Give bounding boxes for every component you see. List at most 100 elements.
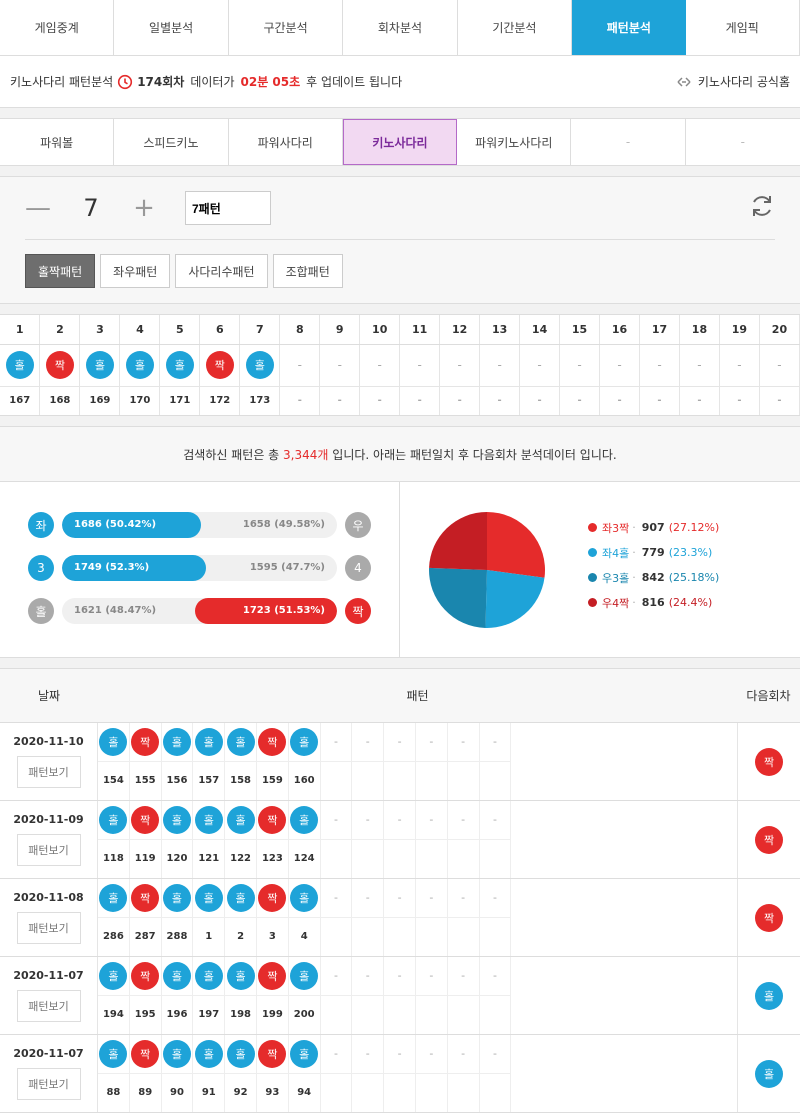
tab-period-analysis[interactable]: 기간분석 (458, 0, 573, 55)
refresh-icon[interactable] (749, 193, 775, 219)
ratio-track: 1749 (52.3%) 1595 (47.7%) (62, 555, 337, 581)
history-round-number: 92 (225, 1073, 257, 1112)
view-pattern-button[interactable]: 패턴보기 (16, 1068, 81, 1100)
history-round-number: 197 (193, 995, 226, 1034)
legend-item: 좌4홀 · 779 (23.3%) (588, 545, 719, 561)
empty-cell (480, 917, 512, 956)
history-date-cell: 2020-11-09 패턴보기 (0, 801, 98, 878)
odd-ball: 홀 (85, 351, 114, 379)
history-round-number: 287 (130, 917, 162, 956)
history-row: 2020-11-09 패턴보기 홀 짝 홀 홀 홀 짝 홀 - - - - - -118 119 120 121 1… (0, 801, 800, 879)
grid-col-header: 5 (159, 315, 201, 345)
increase-button[interactable]: + (131, 193, 157, 223)
view-pattern-button[interactable]: 패턴보기 (16, 756, 81, 788)
empty-cell: - (479, 957, 512, 996)
grid-col-header: 7 (239, 315, 281, 345)
sub-tab-powerball[interactable]: 파워볼 (0, 119, 115, 165)
decrease-button[interactable]: — (25, 193, 51, 223)
empty-cell: - (415, 1035, 448, 1074)
grid-col-header: 3 (79, 315, 121, 345)
history-pattern: 홀 짝 홀 홀 홀 짝 홀 - - - - - -286 287 288 1 2 3 4 (98, 879, 737, 956)
history-round-number: 90 (162, 1073, 194, 1112)
empty-cell (321, 917, 353, 956)
empty-cell (352, 761, 385, 800)
next-odd-ball: 홀 (755, 1059, 783, 1088)
empty-cell (480, 761, 512, 800)
view-pattern-button[interactable]: 패턴보기 (16, 834, 81, 866)
history-ball-cell: 홀 (225, 1035, 257, 1074)
ladder-count-pattern-button[interactable]: 사다리수패턴 (175, 254, 268, 288)
sub-tab-keno-ladder[interactable]: 키노사다리 (342, 119, 458, 165)
even-ball: 짝 (258, 805, 287, 834)
official-home-link[interactable]: 키노사다리 공식홈 (676, 73, 790, 90)
history-date-cell: 2020-11-07 패턴보기 (0, 1035, 98, 1112)
ratio-track: 1621 (48.47%) 1723 (51.53%) (62, 598, 337, 624)
empty-cell (384, 839, 416, 878)
tab-round-analysis[interactable]: 회차분석 (343, 0, 458, 55)
grid-round-number: - (719, 386, 760, 415)
empty-cell: - (384, 723, 416, 762)
sub-tab-power-ladder[interactable]: 파워사다리 (229, 119, 343, 165)
odd-ball: 홀 (162, 727, 191, 756)
odd-ball: 홀 (290, 1039, 319, 1068)
history-next-cell: 홀 (737, 957, 800, 1034)
next-even-ball: 짝 (755, 903, 783, 932)
grid-col-header: 2 (39, 315, 81, 345)
odd-ball: 홀 (194, 1039, 223, 1068)
empty-cell: - (447, 957, 480, 996)
tab-daily-analysis[interactable]: 일별분석 (114, 0, 229, 55)
left-right-pattern-button[interactable]: 좌우패턴 (100, 254, 171, 288)
empty-cell: - (352, 801, 385, 840)
view-pattern-button[interactable]: 패턴보기 (16, 912, 81, 944)
grid-col-header: 8 (279, 315, 321, 345)
empty-cell: - (479, 723, 512, 762)
history-next-cell: 홀 (737, 1035, 800, 1112)
empty-cell: - (415, 957, 448, 996)
history-ball-cell: 홀 (98, 879, 130, 918)
legend-item: 우4짝 · 816 (24.4%) (588, 595, 719, 611)
legend-dot (588, 573, 597, 582)
view-pattern-button[interactable]: 패턴보기 (16, 990, 81, 1022)
empty-cell: - (320, 957, 353, 996)
grid-cell: - (759, 344, 800, 387)
grid-round-number: - (359, 386, 401, 415)
history-ball-cell: 홀 (193, 1035, 226, 1074)
empty-cell (384, 995, 416, 1034)
tab-range-analysis[interactable]: 구간분석 (229, 0, 344, 55)
odd-ball: 홀 (226, 1039, 255, 1068)
even-ball: 짝 (131, 727, 160, 756)
odd-even-pattern-button[interactable]: 홀짝패턴 (25, 254, 96, 288)
tab-game-broadcast[interactable]: 게임중계 (0, 0, 115, 55)
combo-pie-chart (429, 511, 545, 628)
empty-cell: - (320, 879, 353, 918)
history-round-number: 158 (225, 761, 257, 800)
ratio-left-text: 1749 (52.3%) (74, 562, 150, 573)
pattern-count-input[interactable] (185, 191, 271, 225)
grid-cell: 홀 (239, 344, 281, 387)
grid-cell: - (359, 344, 401, 387)
odd-ball: 홀 (99, 805, 128, 834)
empty-cell (321, 761, 353, 800)
sub-tab-speed-keno[interactable]: 스피드키노 (114, 119, 229, 165)
grid-cell: - (719, 344, 760, 387)
tab-pattern-analysis[interactable]: 패턴분석 (572, 0, 686, 55)
odd-ball: 홀 (245, 351, 274, 379)
sub-tab-power-keno-ladder[interactable]: 파워키노사다리 (457, 119, 572, 165)
grid-round-number: - (399, 386, 441, 415)
empty-cell (321, 1073, 353, 1112)
history-round-row: 88 89 90 91 92 93 94 (98, 1073, 737, 1112)
empty-cell: - (384, 879, 416, 918)
history-pattern: 홀 짝 홀 홀 홀 짝 홀 - - - - - -154 155 156 157 158 159 160 (98, 723, 737, 800)
grid-round-number: - (519, 386, 561, 415)
history-round-row: 154 155 156 157 158 159 160 (98, 761, 737, 800)
history-ball-cell: 짝 (256, 1035, 289, 1074)
even-ball: 짝 (258, 727, 287, 756)
combo-pattern-button[interactable]: 조합패턴 (272, 254, 343, 288)
legend-pct: (23.3%) (668, 546, 713, 559)
pattern-count: 7 (83, 194, 99, 222)
grid-col-header: 11 (399, 315, 441, 345)
history-round-number: 89 (130, 1073, 162, 1112)
empty-cell: - (320, 1035, 353, 1074)
history-ball-cell: 홀 (161, 957, 194, 996)
tab-game-pick[interactable]: 게임픽 (686, 0, 800, 55)
